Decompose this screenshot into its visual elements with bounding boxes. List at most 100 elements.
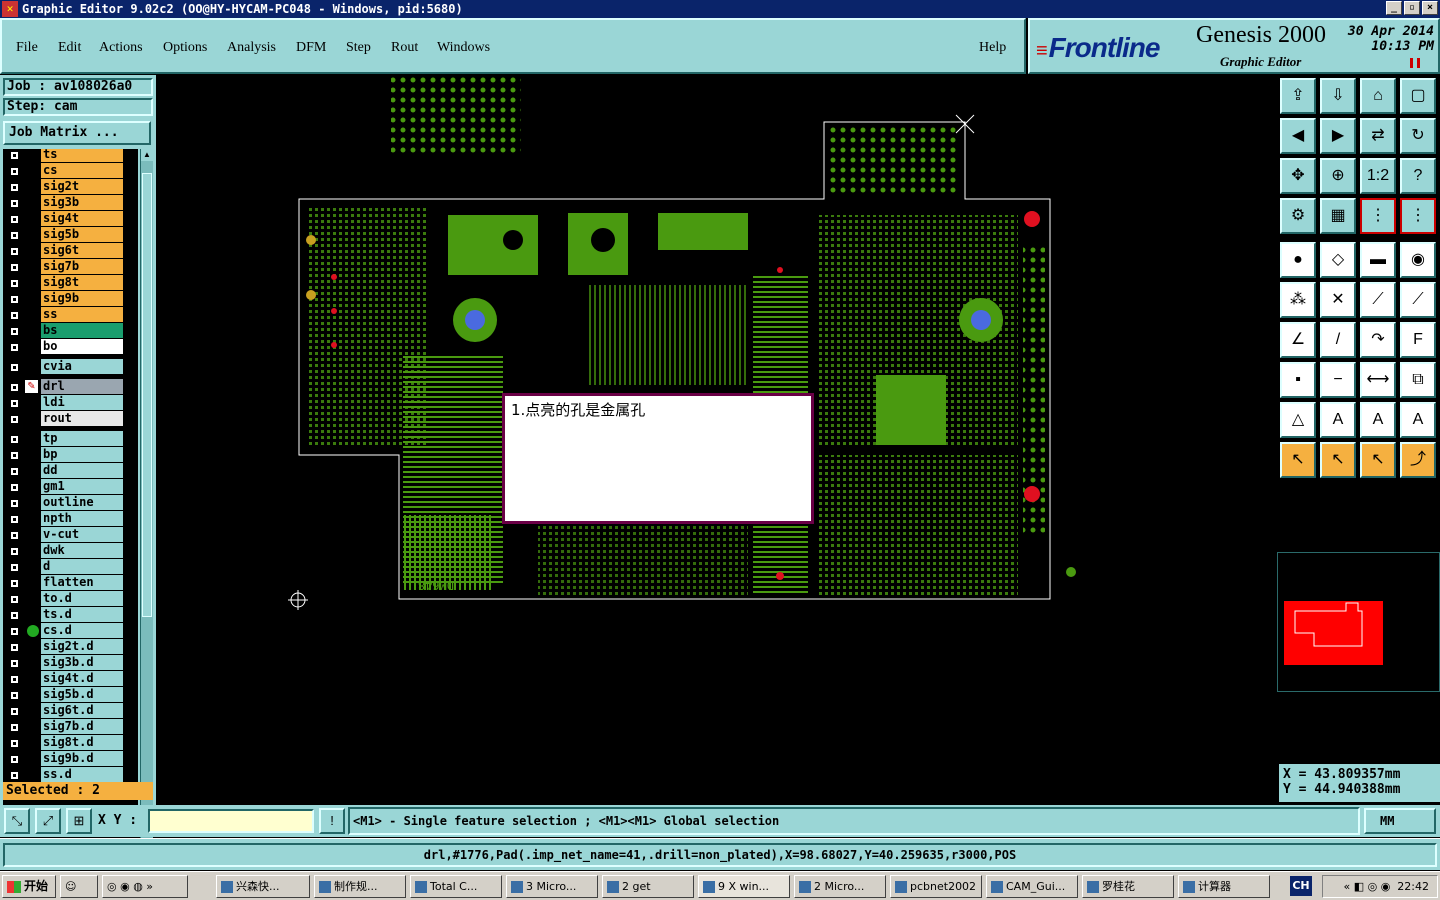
menu-dfm[interactable]: DFM — [296, 40, 326, 56]
layer-row-sig4t[interactable]: sig4t — [3, 211, 138, 227]
layer-row-sig3b[interactable]: sig3b — [3, 195, 138, 211]
start-button[interactable]: 开始 — [2, 875, 56, 898]
layer-name[interactable]: sig4t — [41, 211, 123, 226]
fit-icon[interactable]: ✥ — [1280, 158, 1316, 194]
scale-icon[interactable]: 1:2 — [1360, 158, 1396, 194]
triangle-icon[interactable]: △ — [1280, 402, 1316, 438]
layer-checkbox[interactable] — [9, 658, 20, 669]
layer-checkbox[interactable] — [9, 182, 20, 193]
layer-row-drl[interactable]: ✎ drl — [3, 379, 138, 395]
layer-checkbox[interactable] — [9, 294, 20, 305]
layer-row-dd[interactable]: dd — [3, 463, 138, 479]
quicklaunch-bar[interactable]: ◎ ◉ ◍ » — [102, 875, 188, 898]
layer-row-sig8t[interactable]: sig8t — [3, 275, 138, 291]
task-item[interactable]: 3 Micro... — [506, 875, 598, 898]
layer-checkbox[interactable] — [9, 198, 20, 209]
layer-name[interactable]: sig7b — [41, 259, 123, 274]
layer-checkbox[interactable] — [9, 562, 20, 573]
layer-checkbox[interactable] — [9, 642, 20, 653]
layer-row-cvia[interactable]: cvia — [3, 359, 138, 375]
layer-row-bo[interactable]: bo — [3, 339, 138, 355]
layer-name[interactable]: v-cut — [41, 527, 123, 542]
layer-name[interactable]: sig2t.d — [41, 639, 123, 654]
layer-checkbox[interactable] — [9, 722, 20, 733]
layer-row-cs.d[interactable]: cs.d — [3, 623, 138, 639]
window-icon[interactable]: ▢ — [1400, 78, 1436, 114]
language-indicator[interactable]: CH — [1290, 876, 1312, 896]
pointer-select-icon[interactable]: ↖ — [1360, 442, 1396, 478]
layer-row-sig8t.d[interactable]: sig8t.d — [3, 735, 138, 751]
layer-name[interactable]: sig2t — [41, 179, 123, 194]
layer-name[interactable]: sig4t.d — [41, 671, 123, 686]
a-bar-icon[interactable]: A — [1360, 402, 1396, 438]
layer-row-sig9b.d[interactable]: sig9b.d — [3, 751, 138, 767]
zoom-in-icon[interactable]: ⤡ — [4, 808, 30, 834]
slash-icon[interactable]: / — [1320, 322, 1356, 358]
layer-name[interactable]: dwk — [41, 543, 123, 558]
measure-icon[interactable]: ⟷ — [1360, 362, 1396, 398]
layer-checkbox[interactable] — [9, 214, 20, 225]
menu-rout[interactable]: Rout — [391, 40, 418, 56]
layer-checkbox[interactable] — [9, 514, 20, 525]
layer-name[interactable]: outline — [41, 495, 123, 510]
task-item[interactable]: CAM_Gui... — [986, 875, 1078, 898]
mirror-icon[interactable]: ⇄ — [1360, 118, 1396, 154]
layer-checkbox[interactable] — [9, 278, 20, 289]
add-pad-icon[interactable]: ● — [1280, 242, 1316, 278]
layer-row-ldi[interactable]: ldi — [3, 395, 138, 411]
layer-checkbox[interactable] — [9, 770, 20, 781]
layer-checkbox[interactable] — [9, 674, 20, 685]
task-item[interactable]: 制作规... — [314, 875, 406, 898]
job-matrix-button[interactable]: Job Matrix ... — [3, 121, 151, 145]
net-icon[interactable]: ⁂ — [1280, 282, 1316, 318]
layer-name[interactable]: tp — [41, 431, 123, 446]
layer-name[interactable]: sig6t.d — [41, 703, 123, 718]
layer-checkbox[interactable] — [9, 706, 20, 717]
line-arrow-icon[interactable]: ⟋ — [1400, 282, 1436, 318]
connect-icon[interactable]: ⋮ — [1400, 198, 1436, 234]
layer-row-ss[interactable]: ss — [3, 307, 138, 323]
layer-checkbox[interactable] — [9, 150, 20, 161]
task-item[interactable]: 2 Micro... — [794, 875, 886, 898]
layer-checkbox[interactable] — [9, 482, 20, 493]
group-icon[interactable]: ⧉ — [1400, 362, 1436, 398]
layer-name[interactable]: rout — [41, 411, 123, 426]
layer-row-ts.d[interactable]: ts.d — [3, 607, 138, 623]
layer-row-bs[interactable]: bs — [3, 323, 138, 339]
layer-scrollbar[interactable]: ▲ ▼ — [140, 149, 153, 851]
layer-name[interactable]: sig9b.d — [41, 751, 123, 766]
layer-name[interactable]: ss — [41, 307, 123, 322]
layer-row-sig6t[interactable]: sig6t — [3, 243, 138, 259]
minimap[interactable] — [1277, 552, 1440, 692]
layer-row-sig6t.d[interactable]: sig6t.d — [3, 703, 138, 719]
scroll-up-arrow[interactable]: ▲ — [141, 149, 153, 161]
layer-checkbox[interactable] — [9, 262, 20, 273]
layer-row-sig5b[interactable]: sig5b — [3, 227, 138, 243]
layer-checkbox[interactable] — [9, 326, 20, 337]
layer-checkbox[interactable] — [9, 450, 20, 461]
circle-select-icon[interactable]: ◉ — [1400, 242, 1436, 278]
minimize-button[interactable]: _ — [1386, 1, 1402, 15]
layer-name[interactable]: flatten — [41, 575, 123, 590]
layer-name[interactable]: to.d — [41, 591, 123, 606]
layer-checkbox[interactable] — [9, 434, 20, 445]
arc-icon[interactable]: ↷ — [1360, 322, 1396, 358]
task-item[interactable]: 计算器 — [1178, 875, 1270, 898]
move-icon[interactable]: ▪ — [1280, 362, 1316, 398]
menu-actions[interactable]: Actions — [99, 40, 143, 56]
layer-row-sig5b.d[interactable]: sig5b.d — [3, 687, 138, 703]
layer-row-ss.d[interactable]: ss.d — [3, 767, 138, 783]
graphic-canvas[interactable]: DM648 1.点亮的孔是金属孔 — [158, 75, 1275, 805]
layer-name[interactable]: dd — [41, 463, 123, 478]
zoom-box-icon[interactable]: ⊞ — [66, 808, 92, 834]
task-item[interactable]: 罗桂花 — [1082, 875, 1174, 898]
task-item[interactable]: 2 get — [602, 875, 694, 898]
angle-icon[interactable]: ∠ — [1280, 322, 1316, 358]
layer-name[interactable]: cs — [41, 163, 123, 178]
layer-row-sig7b.d[interactable]: sig7b.d — [3, 719, 138, 735]
layer-name[interactable]: gm1 — [41, 479, 123, 494]
layer-row-rout[interactable]: rout — [3, 411, 138, 427]
layer-name[interactable]: sig5b.d — [41, 687, 123, 702]
layer-name[interactable]: sig7b.d — [41, 719, 123, 734]
rotate-icon[interactable]: ↻ — [1400, 118, 1436, 154]
